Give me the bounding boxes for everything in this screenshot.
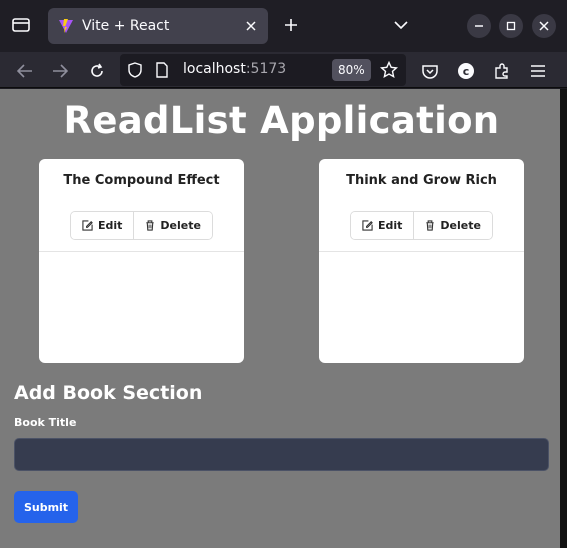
url-port: :5173 (245, 61, 287, 77)
book-actions: Edit Delete (350, 211, 493, 240)
menu-button[interactable] (525, 58, 551, 84)
minimize-button[interactable] (467, 14, 491, 38)
url-bar[interactable]: localhost:5173 80% (120, 54, 406, 86)
book-title-input[interactable] (14, 438, 549, 471)
tab-overview-icon (12, 18, 30, 32)
close-window-button[interactable] (532, 14, 556, 38)
puzzle-icon (495, 63, 508, 79)
edit-icon (82, 220, 93, 231)
forward-button[interactable] (47, 58, 73, 84)
plus-icon (285, 19, 297, 31)
adjacent-window-edge (560, 89, 567, 548)
book-actions: Edit Delete (70, 211, 213, 240)
page-icon[interactable] (156, 62, 168, 78)
tab-close-button[interactable] (242, 17, 260, 35)
new-tab-button[interactable] (280, 14, 302, 36)
svg-text:c: c (463, 65, 470, 78)
extensions-button[interactable] (489, 58, 515, 84)
minimize-icon (475, 25, 483, 27)
book-card: The Compound Effect Edit Delete (39, 159, 244, 363)
close-icon (246, 21, 256, 31)
card-divider (39, 251, 244, 252)
reload-button[interactable] (84, 58, 110, 84)
edit-icon (362, 220, 373, 231)
account-button[interactable]: c (453, 58, 479, 84)
page-title: ReadList Application (63, 99, 500, 142)
book-title-label: Book Title (14, 416, 77, 429)
card-divider (319, 251, 524, 252)
back-button[interactable] (12, 58, 38, 84)
arrow-left-icon (17, 64, 32, 78)
reload-icon (91, 63, 103, 77)
hamburger-menu-icon (531, 65, 545, 77)
delete-button-label: Delete (440, 219, 481, 232)
pocket-button[interactable] (417, 58, 443, 84)
book-title: The Compound Effect (63, 173, 220, 188)
chevron-down-icon (394, 21, 408, 30)
delete-button[interactable]: Delete (133, 212, 212, 239)
bookmark-star-icon[interactable] (380, 61, 398, 79)
trash-icon (146, 220, 155, 231)
book-title: Think and Grow Rich (346, 173, 497, 188)
zoom-indicator[interactable]: 80% (332, 59, 371, 81)
delete-button[interactable]: Delete (413, 212, 492, 239)
edit-button-label: Edit (378, 219, 403, 232)
list-all-tabs-button[interactable] (390, 14, 412, 36)
book-card: Think and Grow Rich Edit Delete (319, 159, 524, 363)
browser-nav-bar: localhost:5173 80% c (0, 52, 567, 88)
url-text[interactable]: localhost:5173 (183, 61, 286, 77)
browser-tab-bar: Vite + React (0, 0, 567, 52)
submit-button[interactable]: Submit (14, 491, 78, 523)
shield-icon[interactable] (128, 62, 142, 78)
arrow-right-icon (53, 64, 68, 78)
maximize-icon (506, 21, 516, 31)
page-viewport: ReadList Application The Compound Effect… (0, 89, 560, 548)
add-book-heading: Add Book Section (14, 382, 203, 404)
account-avatar-icon: c (458, 63, 474, 79)
edit-button[interactable]: Edit (351, 212, 414, 239)
trash-icon (426, 220, 435, 231)
vite-favicon-icon (59, 19, 73, 33)
pocket-icon (422, 64, 438, 79)
maximize-button[interactable] (499, 14, 523, 38)
edit-button-label: Edit (98, 219, 123, 232)
tab-title: Vite + React (82, 18, 170, 34)
edit-button[interactable]: Edit (71, 212, 134, 239)
delete-button-label: Delete (160, 219, 201, 232)
tab-overview-button[interactable] (8, 12, 34, 38)
browser-tab[interactable]: Vite + React (48, 8, 268, 44)
close-icon (539, 21, 549, 31)
